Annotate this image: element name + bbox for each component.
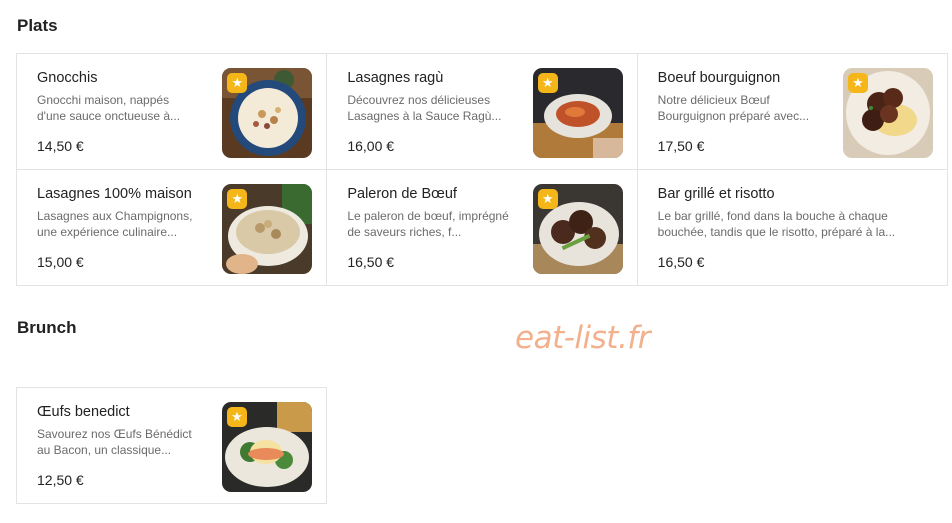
- item-description: Savourez nos Œufs Bénédict au Bacon, un c…: [37, 427, 192, 457]
- item-name: Boeuf bourguignon: [657, 70, 781, 86]
- item-price: 14,50 €: [37, 138, 84, 154]
- beef-paleron-image: ★: [532, 184, 623, 274]
- menu-item-card[interactable]: Œufs benedict Savourez nos Œufs Bénédict…: [17, 388, 327, 504]
- star-icon: ★: [227, 189, 248, 209]
- eggs-benedict-image: ★: [222, 402, 312, 492]
- star-icon: ★: [848, 73, 868, 93]
- item-name: Lasagnes 100% maison: [37, 186, 192, 202]
- item-description: Gnocchi maison, nappés d'une sauce onctue…: [37, 93, 181, 123]
- menu-item-card[interactable]: Lasagnes ragù Découvrez nos délicieuses L…: [327, 54, 638, 170]
- brunch-grid: Œufs benedict Savourez nos Œufs Bénédict…: [16, 387, 327, 504]
- menu-item-card[interactable]: Bar grillé et risotto Le bar grillé, fon…: [637, 170, 948, 286]
- item-price: 17,50 €: [657, 138, 705, 154]
- item-price: 16,00 €: [347, 138, 395, 154]
- menu-item-card[interactable]: Paleron de Bœuf Le paleron de bœuf, impr…: [327, 170, 638, 286]
- item-description: Le paleron de bœuf, imprégné de saveurs r…: [347, 209, 509, 239]
- item-description: Notre délicieux Bœuf Bourguignon préparé …: [657, 93, 810, 123]
- item-name: Bar grillé et risotto: [657, 186, 775, 202]
- section-title-plats: Plats: [17, 16, 58, 35]
- menu-item-card[interactable]: Lasagnes 100% maison Lasagnes aux Champi…: [17, 170, 328, 286]
- lasagne-ragu-image: ★: [532, 68, 623, 158]
- watermark: eat-list.fr: [515, 320, 650, 356]
- item-name: Gnocchis: [37, 70, 98, 86]
- gnocchi-bowl-image: ★: [222, 68, 313, 158]
- item-description: Lasagnes aux Champignons, une expérience …: [37, 209, 193, 239]
- section-title-brunch: Brunch: [17, 318, 77, 337]
- item-name: Œufs benedict: [37, 404, 130, 420]
- mushroom-lasagne-image: ★: [222, 184, 313, 274]
- item-price: 12,50 €: [37, 472, 84, 488]
- menu-item-card[interactable]: Gnocchis Gnocchi maison, nappés d'une sau…: [17, 54, 328, 170]
- star-icon: ★: [537, 189, 558, 209]
- item-description: Découvrez nos délicieuses Lasagnes à la S…: [347, 93, 502, 123]
- menu-item-card[interactable]: Boeuf bourguignon Notre délicieux Bœuf Bo…: [637, 54, 948, 170]
- item-price: 16,50 €: [347, 254, 395, 270]
- star-icon: ★: [537, 73, 558, 93]
- item-name: Lasagnes ragù: [347, 70, 444, 86]
- item-price: 16,50 €: [657, 254, 705, 270]
- star-icon: ★: [227, 73, 248, 93]
- item-price: 15,00 €: [37, 254, 84, 270]
- item-description: Le bar grillé, fond dans la bouche à cha…: [657, 209, 896, 239]
- star-icon: ★: [227, 407, 247, 427]
- plats-grid: Gnocchis Gnocchi maison, nappés d'une sau…: [16, 53, 948, 286]
- item-name: Paleron de Bœuf: [347, 186, 457, 202]
- beef-stew-image: ★: [843, 68, 933, 158]
